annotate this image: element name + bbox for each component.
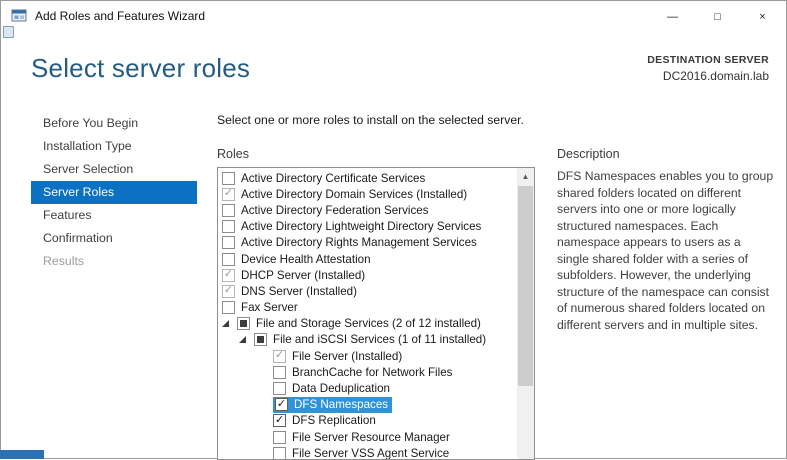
- role-checkbox[interactable]: [275, 398, 288, 411]
- roles-list-inner: Active Directory Certificate Services Act…: [218, 170, 517, 459]
- role-checkbox[interactable]: [222, 188, 235, 201]
- taskbar-fragment: [0, 450, 44, 459]
- role-label: BranchCache for Network Files: [292, 366, 452, 379]
- window-controls: — □ ×: [650, 2, 785, 31]
- selected-role-highlight[interactable]: DFS Namespaces: [273, 397, 392, 413]
- role-label: Device Health Attestation: [241, 253, 371, 266]
- role-row[interactable]: Active Directory Rights Management Servi…: [218, 235, 517, 251]
- roles-list-label: Roles: [217, 147, 249, 161]
- titlebar: Add Roles and Features Wizard — □ ×: [1, 1, 786, 31]
- role-checkbox[interactable]: [273, 414, 286, 427]
- role-checkbox[interactable]: [273, 447, 286, 459]
- close-button[interactable]: ×: [740, 2, 785, 31]
- wizard-window: Add Roles and Features Wizard — □ × Sele…: [0, 0, 787, 459]
- destination-server-block: DESTINATION SERVER DC2016.domain.lab: [647, 54, 769, 83]
- role-label: Fax Server: [241, 301, 298, 314]
- roles-list[interactable]: Active Directory Certificate Services Act…: [217, 167, 535, 460]
- role-checkbox[interactable]: [222, 204, 235, 217]
- role-label: Active Directory Rights Management Servi…: [241, 236, 477, 249]
- window-title: Add Roles and Features Wizard: [35, 9, 205, 23]
- destination-server-label: DESTINATION SERVER: [647, 54, 769, 66]
- role-row[interactable]: File Server VSS Agent Service: [218, 445, 517, 459]
- description-heading: Description: [557, 147, 620, 161]
- role-label: Active Directory Domain Services (Instal…: [241, 188, 467, 201]
- role-checkbox[interactable]: [273, 431, 286, 444]
- role-row[interactable]: DFS Namespaces: [218, 397, 517, 413]
- scrollbar-thumb[interactable]: [518, 186, 533, 386]
- roles-scrollbar[interactable]: ▲: [517, 168, 534, 459]
- role-checkbox[interactable]: [222, 220, 235, 233]
- role-row[interactable]: Active Directory Lightweight Directory S…: [218, 219, 517, 235]
- role-label: Active Directory Federation Services: [241, 204, 429, 217]
- expanded-triangle-icon[interactable]: [239, 336, 246, 343]
- role-row[interactable]: Device Health Attestation: [218, 251, 517, 267]
- role-row[interactable]: Active Directory Federation Services: [218, 202, 517, 218]
- role-label: Data Deduplication: [292, 382, 390, 395]
- role-row[interactable]: File Server Resource Manager: [218, 429, 517, 445]
- destination-server-value: DC2016.domain.lab: [647, 69, 769, 83]
- background-app-icon: [3, 26, 14, 38]
- role-checkbox[interactable]: [222, 269, 235, 282]
- role-row[interactable]: BranchCache for Network Files: [218, 364, 517, 380]
- role-label: File and iSCSI Services (1 of 11 install…: [273, 333, 486, 346]
- expanded-triangle-icon[interactable]: [222, 320, 229, 327]
- wizard-window-icon: [11, 8, 27, 24]
- instruction-text: Select one or more roles to install on t…: [217, 113, 524, 127]
- role-label: DFS Namespaces: [294, 398, 388, 411]
- sidebar-item-confirmation[interactable]: Confirmation: [31, 227, 197, 250]
- role-checkbox[interactable]: [273, 350, 286, 363]
- role-row[interactable]: Fax Server: [218, 300, 517, 316]
- role-row[interactable]: File Server (Installed): [218, 348, 517, 364]
- role-checkbox[interactable]: [237, 317, 250, 330]
- role-row[interactable]: File and Storage Services (2 of 12 insta…: [218, 316, 517, 332]
- role-checkbox[interactable]: [273, 382, 286, 395]
- role-row[interactable]: DNS Server (Installed): [218, 283, 517, 299]
- role-checkbox[interactable]: [222, 253, 235, 266]
- sidebar-item-features[interactable]: Features: [31, 204, 197, 227]
- sidebar: Before You BeginInstallation TypeServer …: [31, 112, 197, 273]
- role-checkbox[interactable]: [222, 285, 235, 298]
- role-checkbox[interactable]: [273, 366, 286, 379]
- role-label: File Server (Installed): [292, 350, 402, 363]
- sidebar-item-installation-type[interactable]: Installation Type: [31, 135, 197, 158]
- maximize-button[interactable]: □: [695, 2, 740, 31]
- description-text: DFS Namespaces enables you to group shar…: [557, 168, 775, 333]
- role-label: File Server Resource Manager: [292, 431, 450, 444]
- role-checkbox[interactable]: [222, 301, 235, 314]
- role-label: DFS Replication: [292, 414, 376, 427]
- role-row[interactable]: DFS Replication: [218, 413, 517, 429]
- sidebar-item-before-you-begin[interactable]: Before You Begin: [31, 112, 197, 135]
- role-row[interactable]: DHCP Server (Installed): [218, 267, 517, 283]
- role-label: File Server VSS Agent Service: [292, 447, 449, 459]
- role-label: DHCP Server (Installed): [241, 269, 365, 282]
- role-row[interactable]: Data Deduplication: [218, 380, 517, 396]
- page-title: Select server roles: [31, 53, 250, 84]
- role-checkbox[interactable]: [254, 333, 267, 346]
- role-row[interactable]: Active Directory Domain Services (Instal…: [218, 186, 517, 202]
- role-row[interactable]: Active Directory Certificate Services: [218, 170, 517, 186]
- scroll-up-arrow-icon[interactable]: ▲: [517, 168, 534, 185]
- role-row[interactable]: File and iSCSI Services (1 of 11 install…: [218, 332, 517, 348]
- minimize-button[interactable]: —: [650, 2, 695, 31]
- role-label: Active Directory Certificate Services: [241, 172, 425, 185]
- sidebar-item-server-roles[interactable]: Server Roles: [31, 181, 197, 204]
- sidebar-item-server-selection[interactable]: Server Selection: [31, 158, 197, 181]
- sidebar-item-results: Results: [31, 250, 197, 273]
- role-label: File and Storage Services (2 of 12 insta…: [256, 317, 481, 330]
- role-checkbox[interactable]: [222, 236, 235, 249]
- role-label: DNS Server (Installed): [241, 285, 357, 298]
- role-label: Active Directory Lightweight Directory S…: [241, 220, 481, 233]
- role-checkbox[interactable]: [222, 172, 235, 185]
